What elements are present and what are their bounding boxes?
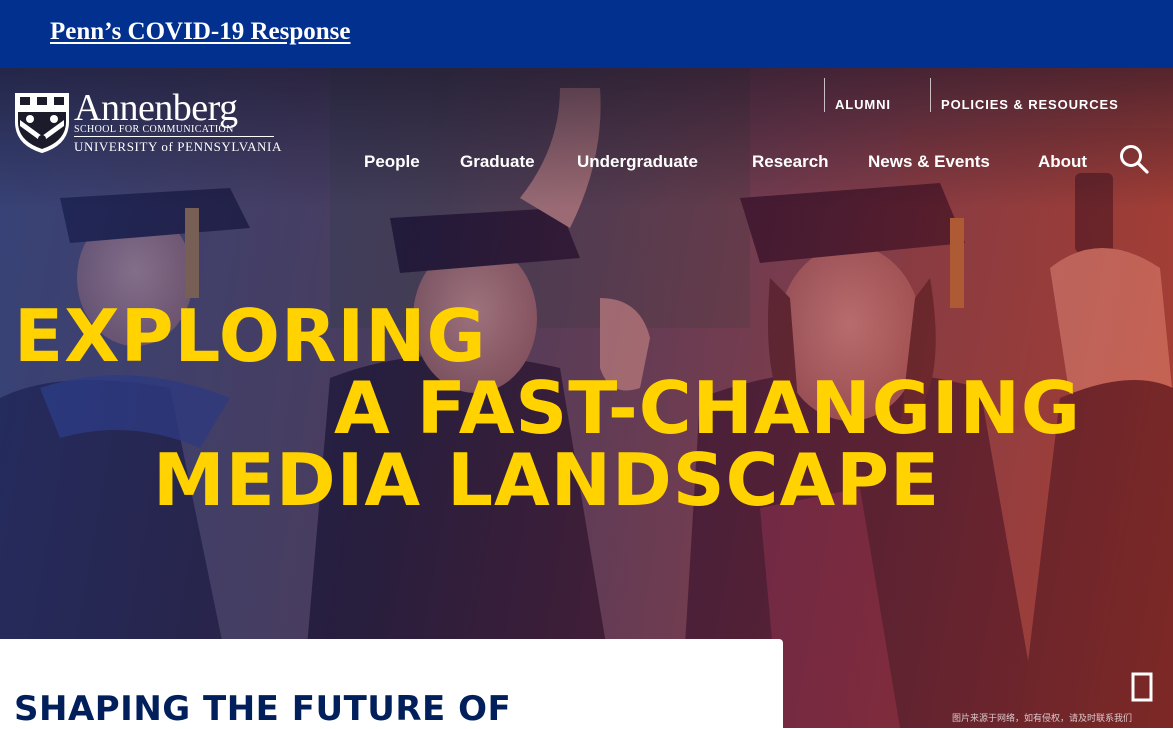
nav-item-undergraduate[interactable]: Undergraduate: [577, 152, 698, 172]
nav-item-news-events[interactable]: News & Events: [868, 152, 990, 172]
logo-school-line: SCHOOL FOR COMMUNICATION: [74, 124, 234, 135]
covid-response-link[interactable]: Penn’s COVID-19 Response: [50, 18, 350, 46]
pause-icon: [1131, 672, 1153, 702]
logo-university-line: UNIVERSITY of PENNSYLVANIA: [74, 139, 282, 154]
utility-link-alumni[interactable]: ALUMNI: [835, 97, 891, 112]
intro-card: SHAPING THE FUTURE OF: [0, 639, 783, 729]
covid-alert-bar: Penn’s COVID-19 Response: [0, 0, 1173, 68]
penn-shield-icon: [15, 93, 69, 154]
headline-line-3: MEDIA LANDSCAPE: [153, 438, 941, 522]
intro-heading: SHAPING THE FUTURE OF: [14, 689, 512, 729]
search-button[interactable]: [1118, 143, 1150, 175]
nav-item-research[interactable]: Research: [752, 152, 829, 172]
utility-link-policies-resources[interactable]: POLICIES & RESOURCES: [941, 97, 1119, 112]
headline-line-1: EXPLORING: [14, 294, 487, 378]
annenberg-logo[interactable]: Annenberg SCHOOL FOR COMMUNICATION UNIVE…: [14, 87, 281, 156]
utility-divider: [824, 78, 825, 112]
search-icon: [1120, 145, 1149, 174]
nav-item-graduate[interactable]: Graduate: [460, 152, 535, 172]
utility-divider: [930, 78, 931, 112]
logo-divider: [74, 136, 274, 137]
nav-item-about[interactable]: About: [1038, 152, 1087, 172]
hero-section: Annenberg SCHOOL FOR COMMUNICATION UNIVE…: [0, 68, 1173, 728]
video-pause-button[interactable]: [1131, 672, 1153, 702]
headline-line-2: A FAST-CHANGING: [334, 366, 1082, 450]
image-watermark: 图片来源于网络，如有侵权，请及时联系我们: [952, 714, 1133, 724]
nav-item-people[interactable]: People: [364, 152, 420, 172]
